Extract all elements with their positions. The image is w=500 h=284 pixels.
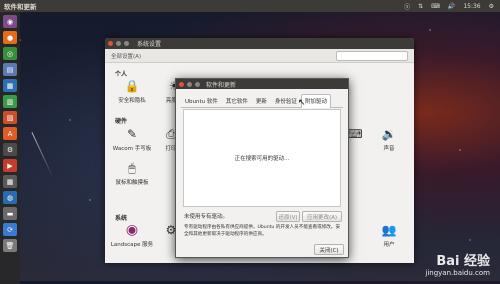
setting-sound[interactable]: 🔉 声音: [367, 126, 411, 152]
calc-icon[interactable]: ▥: [3, 95, 17, 108]
files-icon[interactable]: ▤: [3, 63, 17, 76]
close-button[interactable]: 关闭(C): [314, 244, 344, 255]
dialog-tabs: Ubuntu 软件 其它软件 更新 身份验证 附加驱动: [181, 94, 343, 108]
drive-icon[interactable]: ▬: [3, 207, 17, 220]
indicator-area: ⓢ ⇅ ⌨ 🔊 15:36 ⚙: [404, 2, 500, 11]
close-window-icon[interactable]: [108, 41, 113, 46]
tab-authentication[interactable]: 身份验证: [271, 94, 301, 107]
mouse-cursor-icon: ↖: [298, 98, 306, 108]
apply-changes-button[interactable]: 应用更改(A): [302, 211, 342, 222]
firefox-icon[interactable]: ●: [3, 31, 17, 44]
setting-users[interactable]: 👥 用户: [367, 222, 411, 248]
setting-security-privacy[interactable]: 🔒 安全和隐私: [110, 78, 154, 104]
proprietary-driver-note: 专有驱动程序由各私有供应商提供，Ubuntu 的开发人员不能查看或修改。安全和其…: [184, 225, 341, 237]
minimize-window-icon[interactable]: [116, 41, 121, 46]
system-settings-titlebar: 系统设置: [105, 38, 414, 49]
writer-icon[interactable]: ▦: [3, 79, 17, 92]
searching-drivers-text: 正在搜索可用的驱动...: [234, 156, 290, 162]
network-icon[interactable]: ⇅: [418, 3, 423, 10]
pen-tablet-icon: ✎: [126, 127, 138, 141]
launcher: ◉ ● ◎ ▤ ▦ ▥ ▧ A ⚙ ▶ ▦ ◍ ▬ ⟳ 🗑: [0, 12, 20, 284]
mouse-icon: 🖱: [128, 160, 136, 175]
watermark-url: jingyan.baidu.com: [425, 269, 490, 277]
revert-button[interactable]: 还原(V): [276, 211, 300, 222]
tab-ubuntu-software[interactable]: Ubuntu 软件: [181, 94, 222, 107]
section-hardware: 硬件: [115, 118, 128, 125]
software-center-icon[interactable]: A: [3, 127, 17, 140]
power-gear-icon[interactable]: ⚙: [489, 3, 494, 10]
input-method-icon[interactable]: ⓢ: [404, 2, 410, 11]
active-app-title: 软件和更新: [4, 3, 37, 11]
section-system: 系统: [115, 215, 128, 222]
tab-updates[interactable]: 更新: [252, 94, 271, 107]
software-updates-dialog: 软件和更新 Ubuntu 软件 其它软件 更新 身份验证 附加驱动 正在搜索可用…: [175, 78, 349, 258]
settings-icon[interactable]: ⚙: [3, 143, 17, 156]
speaker-icon: 🔉: [381, 127, 397, 141]
watermark-brand: Bai 经验: [436, 254, 490, 269]
lock-icon: 🔒: [124, 79, 140, 93]
clock[interactable]: 15:36: [463, 3, 480, 10]
setting-label: Wacom 手写板: [112, 146, 152, 152]
system-settings-title: 系统设置: [137, 41, 162, 48]
impress-icon[interactable]: ▧: [3, 111, 17, 124]
maximize-dialog-icon[interactable]: [195, 81, 200, 87]
dialog-titlebar: 软件和更新: [176, 79, 348, 89]
close-dialog-icon[interactable]: [179, 81, 184, 87]
browser-icon[interactable]: ◍: [3, 191, 17, 204]
workspace-icon[interactable]: ▦: [3, 175, 17, 188]
setting-label: 安全和隐私: [118, 98, 146, 104]
minimize-dialog-icon[interactable]: [187, 81, 192, 87]
setting-mouse-touchpad[interactable]: 🖱 鼠标和触摸板: [110, 160, 154, 187]
setting-label: 声音: [383, 146, 395, 152]
setting-wacom[interactable]: ✎ Wacom 手写板: [110, 126, 154, 152]
system-settings-toolbar: 全部设置(A): [105, 49, 414, 63]
maximize-window-icon[interactable]: [124, 41, 129, 46]
driver-status-text: 未使用专有驱动。: [184, 214, 229, 220]
dialog-title: 软件和更新: [206, 81, 237, 89]
users-icon: 👥: [381, 223, 397, 237]
volume-icon[interactable]: 🔊: [448, 3, 455, 10]
trash-icon[interactable]: 🗑: [3, 239, 17, 252]
keyboard-icon[interactable]: ⌨: [431, 3, 440, 10]
chrome-icon[interactable]: ◎: [3, 47, 17, 60]
dash-icon[interactable]: ◉: [3, 15, 17, 28]
setting-label: 用户: [383, 242, 395, 248]
landscape-icon: ◉: [125, 222, 139, 238]
terminal-icon[interactable]: ▶: [3, 159, 17, 172]
updater-icon[interactable]: ⟳: [3, 223, 17, 236]
setting-landscape[interactable]: ◉ Landscape 服务: [110, 222, 154, 248]
tab-other-software[interactable]: 其它软件: [222, 94, 252, 107]
setting-label: 鼠标和触摸板: [115, 180, 149, 186]
watermark: Bai 经验 jingyan.baidu.com: [425, 250, 490, 277]
drivers-list-pane[interactable]: 正在搜索可用的驱动...: [183, 109, 341, 207]
top-panel: 软件和更新 ⓢ ⇅ ⌨ 🔊 15:36 ⚙: [0, 0, 500, 12]
section-personal: 个人: [115, 71, 128, 78]
all-settings-button[interactable]: 全部设置(A): [111, 52, 141, 60]
setting-label: Landscape 服务: [110, 242, 154, 248]
settings-search-input[interactable]: [336, 50, 408, 61]
